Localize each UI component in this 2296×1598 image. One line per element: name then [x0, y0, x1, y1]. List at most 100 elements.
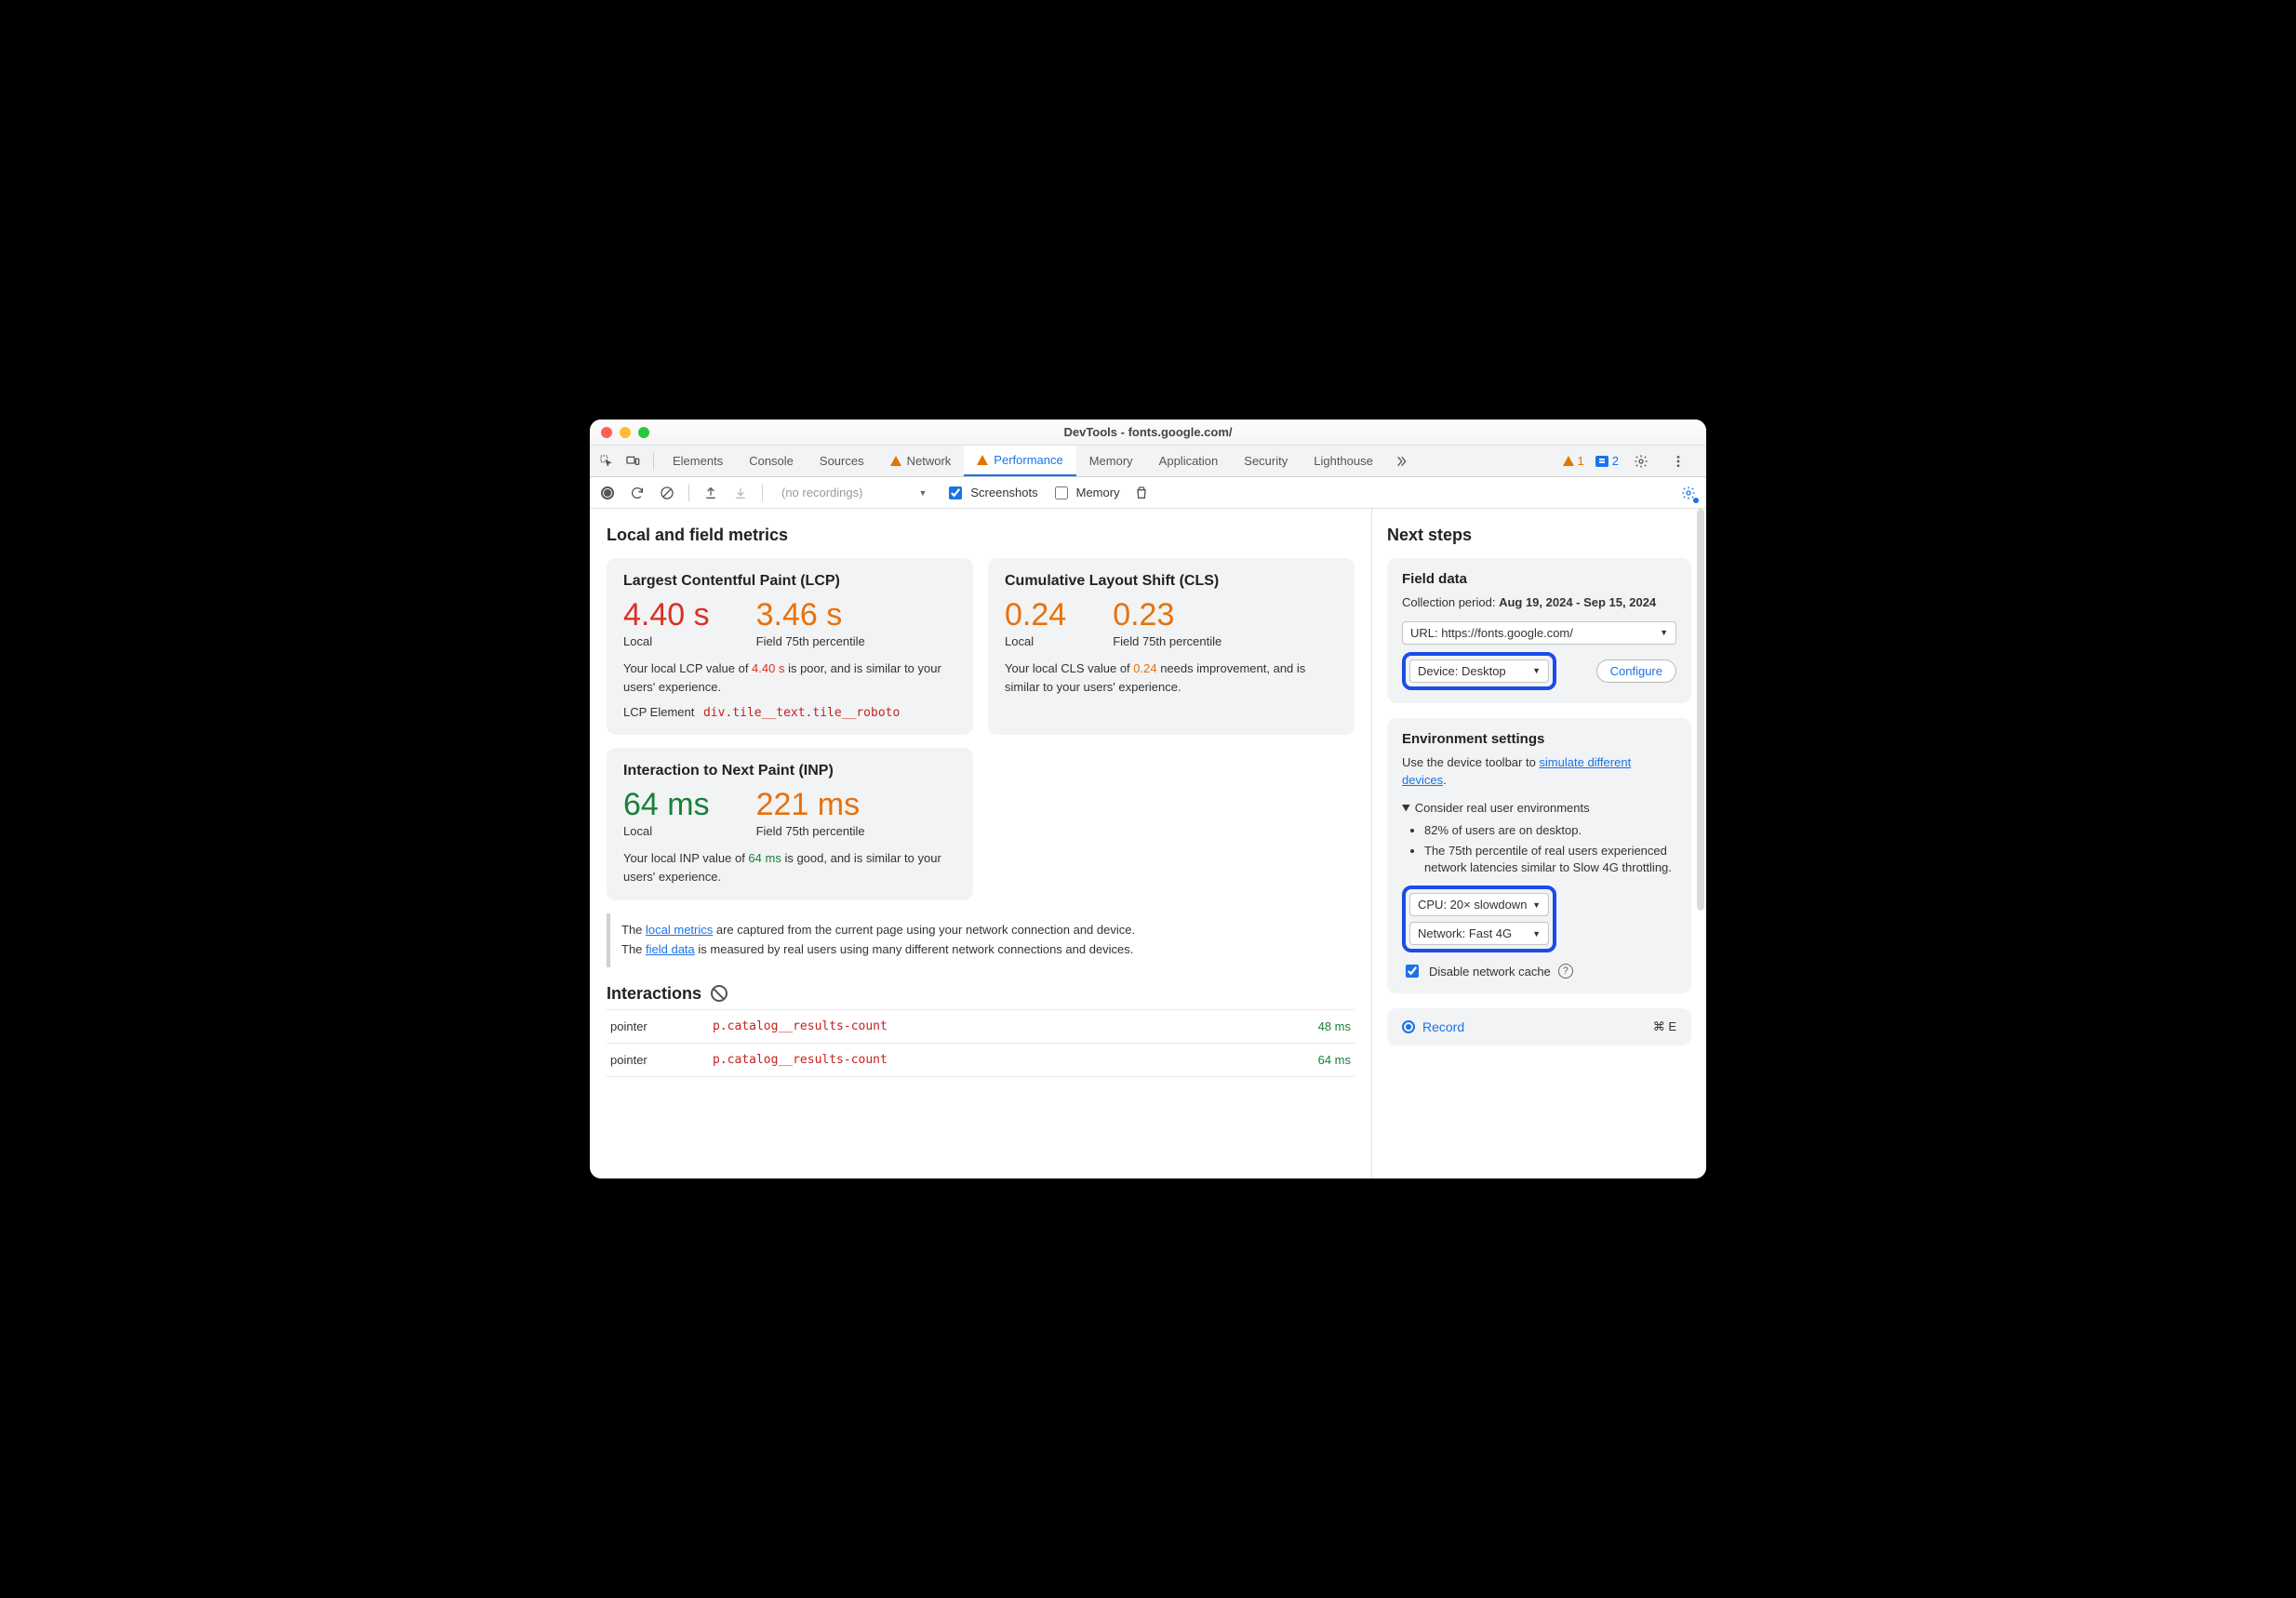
env-bullet-2: The 75th percentile of real users experi…: [1424, 843, 1676, 876]
chevron-down-icon: ▼: [1532, 900, 1541, 910]
interaction-type: pointer: [607, 1009, 709, 1043]
metrics-heading: Local and field metrics: [607, 526, 1355, 545]
disable-cache-label: Disable network cache: [1429, 965, 1551, 979]
interaction-row[interactable]: pointerp.catalog__results-count48 ms: [607, 1009, 1355, 1043]
tab-label: Security: [1244, 454, 1288, 468]
memory-checkbox-input[interactable]: [1055, 486, 1068, 499]
configure-button[interactable]: Configure: [1596, 659, 1676, 683]
record-label: Record: [1422, 1019, 1464, 1034]
more-menu-icon[interactable]: [1667, 450, 1689, 473]
cls-description: Your local CLS value of 0.24 needs impro…: [1005, 659, 1338, 696]
settings-gear-icon[interactable]: [1630, 450, 1652, 473]
upload-profile-button[interactable]: [702, 485, 719, 501]
chevron-down-icon: ▼: [1660, 628, 1668, 637]
tab-label: Elements: [673, 454, 723, 468]
more-tabs-icon[interactable]: [1390, 450, 1412, 473]
minimize-window-button[interactable]: [620, 427, 631, 438]
close-window-button[interactable]: [601, 427, 612, 438]
lcp-element-row[interactable]: LCP Element div.tile__text.tile__roboto: [623, 705, 956, 720]
device-toolbar-icon[interactable]: [621, 450, 644, 473]
screenshots-checkbox[interactable]: Screenshots: [945, 484, 1037, 502]
garbage-collect-icon[interactable]: [1133, 485, 1150, 501]
clear-button[interactable]: [659, 485, 675, 501]
inspect-element-icon[interactable]: [595, 450, 618, 473]
url-dropdown-value: URL: https://fonts.google.com/: [1410, 626, 1573, 640]
warnings-badge[interactable]: 1: [1563, 454, 1584, 468]
memory-label: Memory: [1076, 486, 1120, 499]
devtools-tabstrip: Elements Console Sources Network Performance…: [590, 446, 1706, 477]
performance-toolbar: (no recordings) ▼ Screenshots Memory: [590, 477, 1706, 509]
titlebar: DevTools - fonts.google.com/: [590, 419, 1706, 446]
clear-interactions-icon[interactable]: [711, 985, 728, 1002]
download-profile-button[interactable]: [732, 485, 749, 501]
tab-label: Network: [907, 454, 952, 468]
tab-label: Memory: [1089, 454, 1133, 468]
env-bullet-1: 82% of users are on desktop.: [1424, 822, 1676, 839]
recordings-select[interactable]: (no recordings) ▼: [776, 484, 932, 501]
memory-checkbox[interactable]: Memory: [1051, 484, 1120, 502]
lcp-description: Your local LCP value of 4.40 s is poor, …: [623, 659, 956, 696]
tab-sources[interactable]: Sources: [807, 446, 877, 476]
env-details[interactable]: Consider real user environments 82% of u…: [1402, 799, 1676, 877]
record-action[interactable]: Record: [1402, 1019, 1464, 1034]
tab-console[interactable]: Console: [736, 446, 807, 476]
cls-local-label: Local: [1005, 634, 1066, 648]
next-steps-panel: Next steps Field data Collection period:…: [1371, 509, 1706, 1179]
env-summary[interactable]: Consider real user environments: [1402, 799, 1676, 817]
interaction-selector: p.catalog__results-count: [709, 1043, 1280, 1076]
throttling-highlight: CPU: 20× slowdown ▼ Network: Fast 4G ▼: [1402, 886, 1556, 952]
environment-card: Environment settings Use the device tool…: [1387, 718, 1691, 993]
tab-network[interactable]: Network: [877, 446, 965, 476]
env-title: Environment settings: [1402, 731, 1676, 747]
record-card: Record ⌘ E: [1387, 1008, 1691, 1045]
window-controls: [590, 427, 649, 438]
scrollbar[interactable]: [1697, 509, 1704, 911]
inp-field-label: Field 75th percentile: [756, 824, 865, 838]
tab-lighthouse[interactable]: Lighthouse: [1301, 446, 1386, 476]
url-dropdown[interactable]: URL: https://fonts.google.com/ ▼: [1402, 621, 1676, 645]
main-content: Local and field metrics Largest Contentf…: [590, 509, 1706, 1179]
device-dropdown[interactable]: Device: Desktop ▼: [1409, 659, 1549, 683]
inp-title: Interaction to Next Paint (INP): [623, 763, 956, 779]
lcp-element-selector: div.tile__text.tile__roboto: [703, 706, 900, 720]
tab-performance[interactable]: Performance: [964, 446, 1075, 476]
chevron-down-icon: ▼: [1532, 929, 1541, 939]
network-throttle-dropdown[interactable]: Network: Fast 4G ▼: [1409, 922, 1549, 945]
tab-elements[interactable]: Elements: [660, 446, 736, 476]
tab-application[interactable]: Application: [1146, 446, 1232, 476]
cpu-throttle-dropdown[interactable]: CPU: 20× slowdown ▼: [1409, 893, 1549, 916]
interaction-row[interactable]: pointerp.catalog__results-count64 ms: [607, 1043, 1355, 1076]
capture-settings-gear-icon[interactable]: [1680, 485, 1697, 501]
lcp-field-label: Field 75th percentile: [756, 634, 865, 648]
interaction-selector: p.catalog__results-count: [709, 1009, 1280, 1043]
interactions-heading: Interactions: [607, 984, 701, 1004]
tab-memory[interactable]: Memory: [1076, 446, 1146, 476]
record-button[interactable]: [599, 485, 616, 501]
tab-security[interactable]: Security: [1231, 446, 1301, 476]
separator: [762, 485, 763, 501]
disable-cache-checkbox[interactable]: [1406, 965, 1419, 978]
field-data-link[interactable]: field data: [646, 942, 695, 956]
local-metrics-link[interactable]: local metrics: [646, 923, 713, 937]
warning-triangle-icon: [890, 456, 901, 466]
devtools-window: DevTools - fonts.google.com/ Elements Con…: [590, 419, 1706, 1179]
inp-description: Your local INP value of 64 ms is good, a…: [623, 849, 956, 886]
record-icon: [1402, 1020, 1415, 1033]
messages-badge[interactable]: 2: [1595, 454, 1619, 468]
tab-label: Sources: [820, 454, 864, 468]
inp-local-label: Local: [623, 824, 710, 838]
tab-label: Lighthouse: [1314, 454, 1373, 468]
maximize-window-button[interactable]: [638, 427, 649, 438]
screenshots-label: Screenshots: [970, 486, 1037, 499]
reload-record-button[interactable]: [629, 485, 646, 501]
window-title: DevTools - fonts.google.com/: [590, 425, 1706, 439]
tab-label: Console: [749, 454, 794, 468]
cls-local-value: 0.24: [1005, 599, 1066, 631]
interaction-time: 64 ms: [1280, 1043, 1355, 1076]
help-icon[interactable]: ?: [1558, 964, 1573, 979]
warnings-count: 1: [1578, 454, 1584, 468]
cls-field-value: 0.23: [1113, 599, 1221, 631]
chevron-down-icon: ▼: [1532, 666, 1541, 675]
lcp-card: Largest Contentful Paint (LCP) 4.40 s Lo…: [607, 558, 973, 735]
screenshots-checkbox-input[interactable]: [949, 486, 962, 499]
